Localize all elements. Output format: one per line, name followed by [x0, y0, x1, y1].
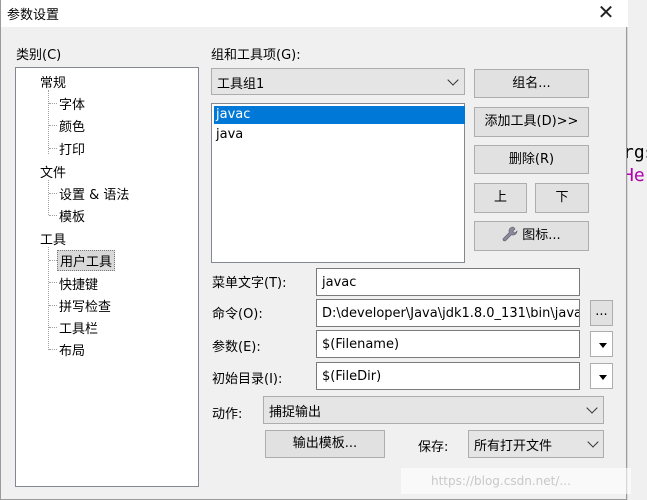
- command-field[interactable]: D:\developer\Java\jdk1.8.0_131\bin\javac…: [316, 299, 580, 327]
- delete-button[interactable]: 删除(R): [474, 145, 589, 174]
- move-down-button[interactable]: 下: [535, 183, 589, 213]
- group-label: 组和工具项(G):: [211, 48, 301, 63]
- arrow-down-icon: [599, 343, 607, 348]
- initial-dir-label: 初始目录(I):: [212, 372, 283, 387]
- initial-dir-field[interactable]: $(FileDir): [316, 362, 580, 390]
- tree-item-toolbar[interactable]: 工具栏: [59, 318, 98, 337]
- action-dropdown-value: 捕捉输出: [269, 405, 322, 420]
- tree-item-file[interactable]: 文件: [40, 162, 66, 181]
- menu-text-field[interactable]: javac: [316, 268, 580, 296]
- background-editor-window: rgs He]: [623, 0, 647, 500]
- tree-branch: [49, 148, 57, 149]
- output-template-button-label: 输出模板...: [292, 436, 358, 451]
- tree-connector: [48, 247, 49, 350]
- dialog-title: 参数设置: [7, 8, 60, 23]
- category-label: 类别(C): [16, 48, 62, 63]
- args-field[interactable]: $(Filename): [316, 330, 580, 358]
- category-tree[interactable]: 常规 字体 颜色 打印 文件 设置 & 语法 模板 工具 用户工具 快捷键 拼写…: [15, 67, 199, 487]
- action-dropdown[interactable]: 捕捉输出: [263, 396, 604, 424]
- add-tool-button-label: 添加工具(D)>>: [484, 114, 579, 129]
- group-name-button[interactable]: 组名...: [474, 69, 589, 98]
- tree-item-tools[interactable]: 工具: [40, 229, 66, 248]
- arrow-down-icon: [599, 375, 607, 380]
- args-label: 参数(E):: [212, 340, 261, 355]
- tree-item-layout[interactable]: 布局: [59, 340, 85, 359]
- wrench-icon: [503, 226, 518, 242]
- title-bar: 参数设置 ✕: [1, 0, 628, 27]
- chevron-down-icon: [586, 402, 598, 414]
- command-label: 命令(O):: [212, 307, 263, 322]
- move-down-button-label: 下: [555, 190, 569, 205]
- group-name-button-label: 组名...: [512, 76, 551, 91]
- tree-item-shortcuts[interactable]: 快捷键: [59, 274, 98, 293]
- watermark: https://blog.csdn.net/...: [401, 468, 631, 494]
- tree-branch: [49, 305, 57, 306]
- tool-list[interactable]: javac java: [211, 103, 465, 263]
- menu-text-label: 菜单文字(T):: [212, 276, 287, 291]
- group-dropdown[interactable]: 工具组1: [211, 68, 465, 95]
- tree-item-templates[interactable]: 模板: [59, 206, 85, 225]
- args-value: $(Filename): [322, 337, 400, 352]
- save-dropdown[interactable]: 所有打开文件: [468, 430, 604, 458]
- initial-dir-menu-button[interactable]: [590, 363, 613, 389]
- tree-item-general[interactable]: 常规: [40, 72, 66, 91]
- save-label: 保存:: [418, 440, 449, 455]
- tree-branch: [49, 103, 57, 104]
- settings-dialog: 参数设置 ✕ 类别(C) 常规 字体 颜色 打印 文件 设置 & 语法 模板 工…: [0, 0, 631, 500]
- add-tool-button[interactable]: 添加工具(D)>>: [474, 107, 589, 137]
- tree-branch: [49, 193, 57, 194]
- tree-item-color[interactable]: 颜色: [59, 116, 85, 135]
- delete-button-label: 删除(R): [508, 152, 555, 167]
- tree-branch: [49, 327, 57, 328]
- tree-branch: [49, 282, 57, 283]
- chevron-down-icon: [447, 74, 459, 86]
- list-item[interactable]: java: [214, 126, 465, 144]
- action-label: 动作:: [212, 407, 243, 422]
- tree-item-print[interactable]: 打印: [59, 139, 85, 158]
- close-icon[interactable]: ✕: [591, 0, 621, 26]
- tree-branch: [49, 349, 57, 350]
- browse-button[interactable]: ...: [590, 300, 613, 326]
- tree-item-spellcheck[interactable]: 拼写检查: [59, 296, 111, 315]
- move-up-button-label: 上: [493, 190, 507, 205]
- command-value: D:\developer\Java\jdk1.8.0_131\bin\javac…: [322, 306, 579, 321]
- group-dropdown-value: 工具组1: [217, 77, 265, 92]
- move-up-button[interactable]: 上: [474, 183, 527, 213]
- tree-item-user-tools[interactable]: 用户工具: [57, 250, 116, 271]
- menu-text-value: javac: [322, 275, 357, 290]
- tree-branch: [49, 260, 57, 261]
- args-menu-button[interactable]: [590, 331, 613, 357]
- icon-button[interactable]: 图标...: [474, 221, 589, 251]
- tree-branch: [49, 125, 57, 126]
- save-dropdown-value: 所有打开文件: [474, 439, 553, 454]
- chevron-down-icon: [587, 436, 599, 448]
- tree-connector: [48, 90, 49, 154]
- output-template-button[interactable]: 输出模板...: [265, 430, 385, 458]
- icon-button-label: 图标...: [522, 228, 561, 243]
- initial-dir-value: $(FileDir): [322, 369, 382, 384]
- tree-branch: [49, 215, 57, 216]
- tree-item-settings-syntax[interactable]: 设置 & 语法: [59, 184, 129, 203]
- list-item[interactable]: javac: [214, 106, 465, 124]
- tree-item-font[interactable]: 字体: [59, 94, 85, 113]
- browse-button-label: ...: [595, 304, 608, 319]
- tree-connector: [48, 180, 49, 215]
